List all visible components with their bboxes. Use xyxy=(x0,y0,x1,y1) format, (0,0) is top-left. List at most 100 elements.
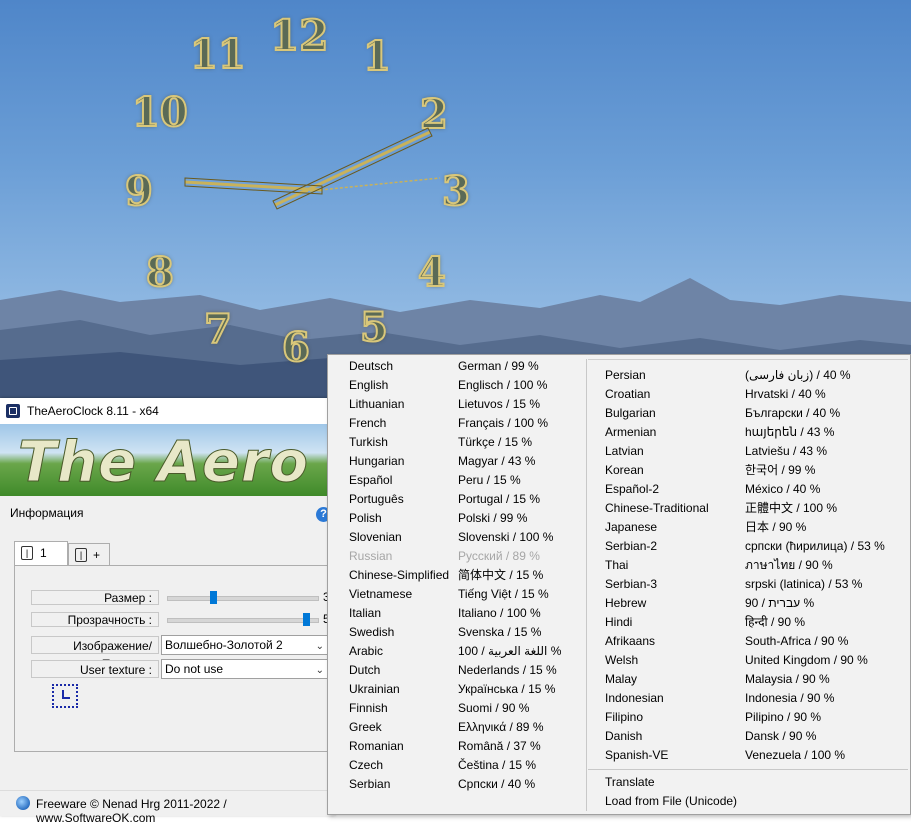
language-name: Spanish-VE xyxy=(605,748,669,762)
language-native-name: Русский / 89 % xyxy=(458,549,540,563)
language-native-name: (زبان فارسی) / 40 % xyxy=(745,368,851,382)
language-native-name: Dansk / 90 % xyxy=(745,729,817,743)
language-item[interactable]: Hungarian Magyar / 43 % xyxy=(349,452,599,471)
language-native-name: Čeština / 15 % xyxy=(458,758,537,772)
language-name: Deutsch xyxy=(349,359,394,373)
globe-icon[interactable] xyxy=(16,796,30,810)
language-item[interactable]: Spanish-VE Venezuela / 100 % xyxy=(605,746,855,765)
menu-item-translate[interactable]: Translate xyxy=(605,773,905,792)
language-item[interactable]: Polish Polski / 99 % xyxy=(349,509,599,528)
language-menu: Translate Load from File (Unicode) Deuts… xyxy=(327,354,911,815)
language-item[interactable]: Ukrainian Українська / 15 % xyxy=(349,680,599,699)
user-texture-label: User texture : xyxy=(31,660,159,678)
language-native-name: हिन्दी / 90 % xyxy=(745,615,806,629)
size-slider[interactable] xyxy=(167,596,319,601)
language-item[interactable]: Armenian hայերեն / 43 % xyxy=(605,423,855,442)
language-item[interactable]: Vietnamese Tiếng Việt / 15 % xyxy=(349,585,599,604)
menu-separator xyxy=(588,359,908,360)
image-texture-label: Изображение/Текстура xyxy=(31,636,159,671)
size-label: Размер : xyxy=(31,590,159,605)
title-bar[interactable]: TheAeroClock 8.11 - x64 xyxy=(0,398,335,424)
language-native-name: Venezuela / 100 % xyxy=(745,748,846,762)
language-item[interactable]: Croatian Hrvatski / 40 % xyxy=(605,385,855,404)
language-item[interactable]: Serbian-3 srpski (latinica) / 53 % xyxy=(605,575,862,594)
language-name: Finnish xyxy=(349,701,388,715)
language-item[interactable]: Swedish Svenska / 15 % xyxy=(349,623,599,642)
language-item[interactable]: Español-2 México / 40 % xyxy=(605,480,855,499)
language-item[interactable]: Malay Malaysia / 90 % xyxy=(605,670,855,689)
language-item[interactable]: French Français / 100 % xyxy=(349,414,599,433)
copyright-text[interactable]: Freeware © Nenad Hrg 2011-2022 / www.Sof… xyxy=(36,797,335,825)
language-item[interactable]: Korean 한국어 / 99 % xyxy=(605,461,855,480)
language-item[interactable]: Indonesian Indonesia / 90 % xyxy=(605,689,855,708)
size-slider-thumb[interactable] xyxy=(209,591,217,604)
language-name: English xyxy=(349,378,389,392)
menu-item-load-from-file[interactable]: Load from File (Unicode) xyxy=(605,792,905,811)
language-name: Dutch xyxy=(349,663,381,677)
language-native-name: Pilipino / 90 % xyxy=(745,710,822,724)
language-item[interactable]: Danish Dansk / 90 % xyxy=(605,727,855,746)
language-item[interactable]: Persian (زبان فارسی) / 40 % xyxy=(605,366,855,385)
tab-add-clock[interactable]: | + xyxy=(68,543,110,566)
language-item[interactable]: Czech Čeština / 15 % xyxy=(349,756,599,775)
menu-separator xyxy=(588,769,908,770)
language-name: Danish xyxy=(605,729,643,743)
language-item[interactable]: Chinese-Traditional 正體中文 / 100 % xyxy=(605,499,855,518)
language-name: Slovenian xyxy=(349,530,402,544)
status-bar: Freeware © Nenad Hrg 2011-2022 / www.Sof… xyxy=(0,790,335,825)
transparency-slider[interactable] xyxy=(167,618,319,623)
language-name: Hindi xyxy=(605,615,633,629)
language-item[interactable]: Español Peru / 15 % xyxy=(349,471,599,490)
transparency-slider-thumb[interactable] xyxy=(302,613,310,626)
language-item[interactable]: Hebrew 90 / עברית % xyxy=(605,594,855,613)
language-item[interactable]: Chinese-Simplified 简体中文 / 15 % xyxy=(349,566,599,585)
aeroclock-window[interactable]: TheAeroClock 8.11 - x64 The Aero Информа… xyxy=(0,398,336,825)
language-native-name: Magyar / 43 % xyxy=(458,454,536,468)
language-name: Serbian-3 xyxy=(605,577,658,591)
language-native-name: Lietuvos / 15 % xyxy=(458,397,541,411)
language-name: Ukrainian xyxy=(349,682,400,696)
language-item[interactable]: Welsh United Kingdom / 90 % xyxy=(605,651,868,670)
language-item[interactable]: Finnish Suomi / 90 % xyxy=(349,699,599,718)
language-item[interactable]: Slovenian Slovenski / 100 % xyxy=(349,528,599,547)
language-name: Vietnamese xyxy=(349,587,413,601)
language-name: Arabic xyxy=(349,644,384,658)
language-item[interactable]: Japanese 日本 / 90 % xyxy=(605,518,855,537)
language-name: Croatian xyxy=(605,387,651,401)
language-item[interactable]: Turkish Türkçe / 15 % xyxy=(349,433,599,452)
language-item[interactable]: Latvian Latviešu / 43 % xyxy=(605,442,855,461)
language-item[interactable]: Thai ภาษาไทย / 90 % xyxy=(605,556,855,575)
language-item[interactable]: Afrikaans South-Africa / 90 % xyxy=(605,632,855,651)
language-item[interactable]: Greek Ελληνικά / 89 % xyxy=(349,718,599,737)
language-item[interactable]: Deutsch German / 99 % xyxy=(349,357,599,376)
image-texture-value: Волшебно-Золотой 2 xyxy=(165,638,283,652)
language-item[interactable]: Português Portugal / 15 % xyxy=(349,490,599,509)
language-item[interactable]: Serbian-2 српски (ћирилица) / 53 % xyxy=(605,537,885,556)
language-native-name: 正體中文 / 100 % xyxy=(745,501,838,515)
language-item[interactable]: Serbian Српски / 40 % xyxy=(349,775,599,794)
tab-clock-1[interactable]: | 1 xyxy=(14,541,68,566)
language-native-name: United Kingdom / 90 % xyxy=(745,653,868,667)
language-name: Hungarian xyxy=(349,454,405,468)
language-native-name: Italiano / 100 % xyxy=(458,606,541,620)
language-native-name: Svenska / 15 % xyxy=(458,625,542,639)
language-item[interactable]: Dutch Nederlands / 15 % xyxy=(349,661,599,680)
language-item[interactable]: Hindi हिन्दी / 90 % xyxy=(605,613,855,632)
language-name: Serbian xyxy=(349,777,391,791)
user-texture-select[interactable]: Do not use ⌄ xyxy=(161,659,329,679)
language-native-name: Englisch / 100 % xyxy=(458,378,548,392)
language-native-name: Latviešu / 43 % xyxy=(745,444,828,458)
image-texture-select[interactable]: Волшебно-Золотой 2 ⌄ xyxy=(161,635,329,655)
language-item[interactable]: Bulgarian Български / 40 % xyxy=(605,404,855,423)
language-item[interactable]: Filipino Pilipino / 90 % xyxy=(605,708,855,727)
language-name: Polish xyxy=(349,511,382,525)
info-label[interactable]: Информация xyxy=(10,506,83,520)
language-name: Latvian xyxy=(605,444,644,458)
language-item[interactable]: Lithuanian Lietuvos / 15 % xyxy=(349,395,599,414)
language-name: Swedish xyxy=(349,625,395,639)
language-item[interactable]: English Englisch / 100 % xyxy=(349,376,599,395)
language-item[interactable]: Italian Italiano / 100 % xyxy=(349,604,599,623)
language-native-name: 한국어 / 99 % xyxy=(745,463,816,477)
language-item[interactable]: Romanian Română / 37 % xyxy=(349,737,599,756)
language-item[interactable]: Arabic 100 / اللغة العربية % xyxy=(349,642,599,661)
